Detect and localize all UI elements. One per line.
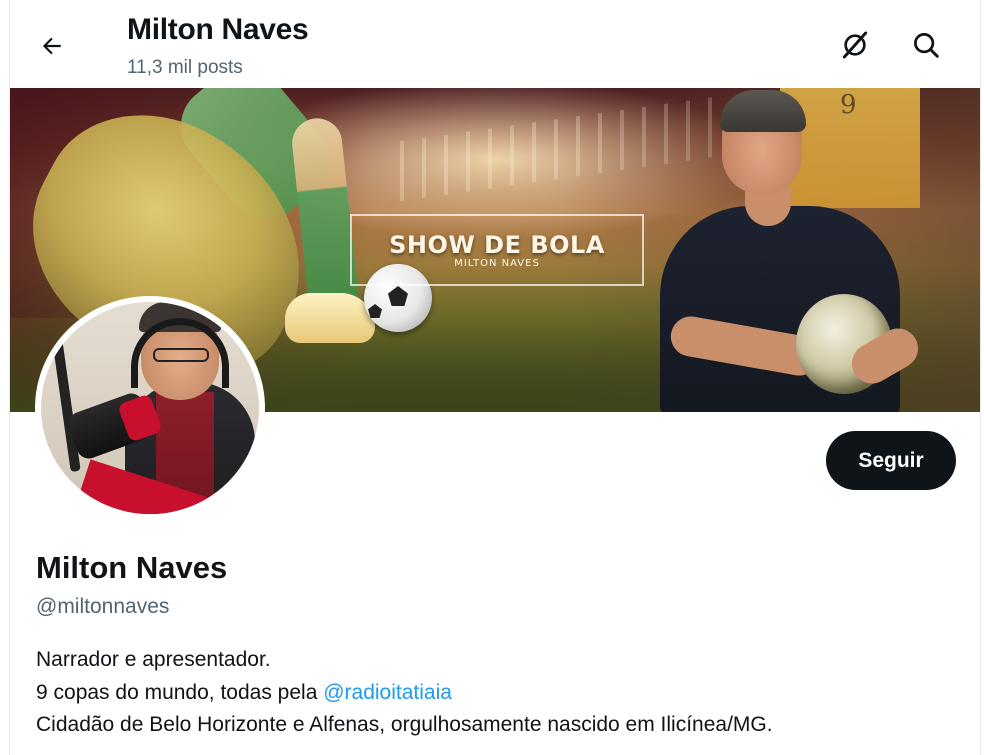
back-arrow-icon — [42, 37, 61, 55]
bio-line-2-text: 9 copas do mundo, todas pela — [36, 681, 324, 704]
profile-page: Milton Naves 11,3 mil posts 9 SHOW DE BO… — [0, 0, 984, 755]
radioitatiaia-link[interactable]: @radioitatiaia — [323, 681, 452, 704]
profile-handle: @miltonnaves — [36, 595, 170, 618]
header-title: Milton Naves — [127, 13, 309, 46]
crossed-spark-icon — [842, 31, 868, 59]
search-button[interactable] — [908, 27, 944, 63]
search-icon — [914, 33, 939, 58]
player-boot — [285, 293, 375, 343]
profile-name: Milton Naves — [36, 550, 228, 585]
bio-line-3: Cidadão de Belo Horizonte e Alfenas, org… — [36, 713, 773, 736]
follow-button[interactable]: Seguir — [826, 431, 956, 490]
profile-header: Milton Naves 11,3 mil posts — [10, 0, 980, 88]
jersey-number: 9 — [840, 90, 857, 120]
back-button[interactable] — [34, 28, 70, 64]
post-count: 11,3 mil posts — [127, 57, 243, 78]
bio-line-2: 9 copas do mundo, todas pela @radioitati… — [36, 681, 452, 705]
show-title: SHOW DE BOLA — [389, 230, 605, 259]
bio-line-1: Narrador e apresentador. — [36, 648, 271, 671]
show-logo: SHOW DE BOLA MILTON NAVES — [350, 214, 644, 286]
grok-button[interactable] — [837, 27, 873, 63]
show-subtitle: MILTON NAVES — [454, 257, 540, 269]
avatar[interactable] — [35, 296, 265, 520]
right-border — [980, 0, 981, 755]
avatar-photo — [41, 302, 259, 514]
